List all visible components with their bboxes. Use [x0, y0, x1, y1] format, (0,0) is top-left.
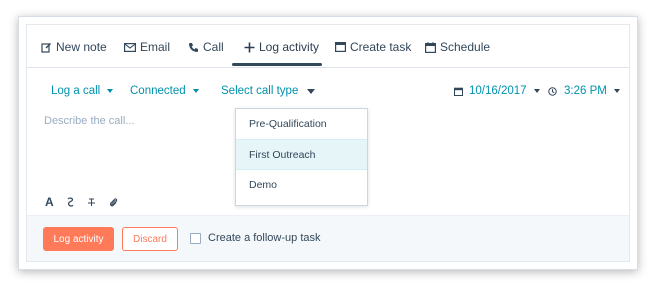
bold-button[interactable]: A — [45, 195, 54, 209]
chevron-down-icon — [107, 89, 114, 93]
activity-panel: New note Email Call Log activity Create … — [26, 24, 630, 262]
follow-up-label: Create a follow-up task — [208, 232, 321, 244]
outcome-select[interactable]: Connected — [130, 85, 199, 97]
activity-tabs: New note Email Call Log activity Create … — [27, 25, 629, 68]
active-tab-indicator — [232, 63, 322, 66]
tab-call[interactable]: Call — [188, 38, 224, 56]
tab-label: Schedule — [440, 40, 491, 54]
attachment-icon[interactable] — [109, 197, 118, 208]
call-description-input[interactable]: Describe the call... — [44, 115, 134, 127]
clock-icon — [548, 86, 557, 96]
tab-label: Log activity — [259, 40, 320, 54]
activity-type-select[interactable]: Log a call — [51, 85, 114, 97]
call-description-placeholder: Describe the call... — [44, 115, 135, 127]
call-type-select[interactable]: Select call type — [221, 85, 316, 97]
edit-icon — [41, 42, 52, 53]
chevron-down-icon — [533, 89, 540, 93]
activity-type-value: Log a call — [51, 85, 101, 97]
call-type-menu: Pre-Qualification First Outreach Demo — [235, 108, 368, 206]
chevron-down-icon — [613, 89, 620, 93]
tab-label: Email — [140, 40, 171, 54]
calendar-icon — [454, 87, 463, 96]
follow-up-task-option[interactable]: Create a follow-up task — [190, 232, 321, 244]
tab-create-task[interactable]: Create task — [335, 38, 411, 56]
task-icon — [335, 42, 346, 52]
log-activity-button[interactable]: Log activity — [43, 227, 114, 251]
follow-up-checkbox[interactable] — [190, 232, 201, 244]
time-value: 3:26 PM — [564, 85, 607, 97]
format-toolbar: A — [45, 195, 118, 209]
outcome-value: Connected — [130, 85, 186, 97]
mail-icon — [124, 42, 136, 52]
date-picker[interactable]: 10/16/2017 — [454, 85, 540, 97]
tab-email[interactable]: Email — [124, 38, 170, 56]
tab-new-note[interactable]: New note — [41, 38, 107, 56]
chevron-down-icon — [307, 88, 316, 94]
text-style-icon[interactable] — [67, 197, 74, 208]
menu-item-first-outreach[interactable]: First Outreach — [236, 139, 367, 169]
chevron-down-icon — [192, 89, 199, 93]
menu-item-pre-qualification[interactable]: Pre-Qualification — [236, 109, 367, 139]
calendar-icon — [425, 41, 436, 53]
tab-label: Create task — [350, 40, 412, 54]
call-type-value: Select call type — [221, 85, 299, 97]
discard-button[interactable]: Discard — [122, 227, 178, 251]
tab-log-activity[interactable]: Log activity — [244, 38, 319, 56]
tab-schedule[interactable]: Schedule — [425, 38, 490, 56]
activity-footer: Log activity Discard Create a follow-up … — [27, 215, 629, 261]
time-picker[interactable]: 3:26 PM — [548, 85, 620, 97]
menu-item-demo[interactable]: Demo — [236, 169, 367, 199]
date-value: 10/16/2017 — [469, 85, 527, 97]
strikethrough-icon[interactable] — [87, 197, 96, 207]
tab-label: Call — [203, 40, 224, 54]
log-activity-card: New note Email Call Log activity Create … — [18, 16, 638, 270]
tab-label: New note — [56, 40, 107, 54]
phone-icon — [188, 42, 199, 53]
plus-icon — [244, 42, 255, 53]
